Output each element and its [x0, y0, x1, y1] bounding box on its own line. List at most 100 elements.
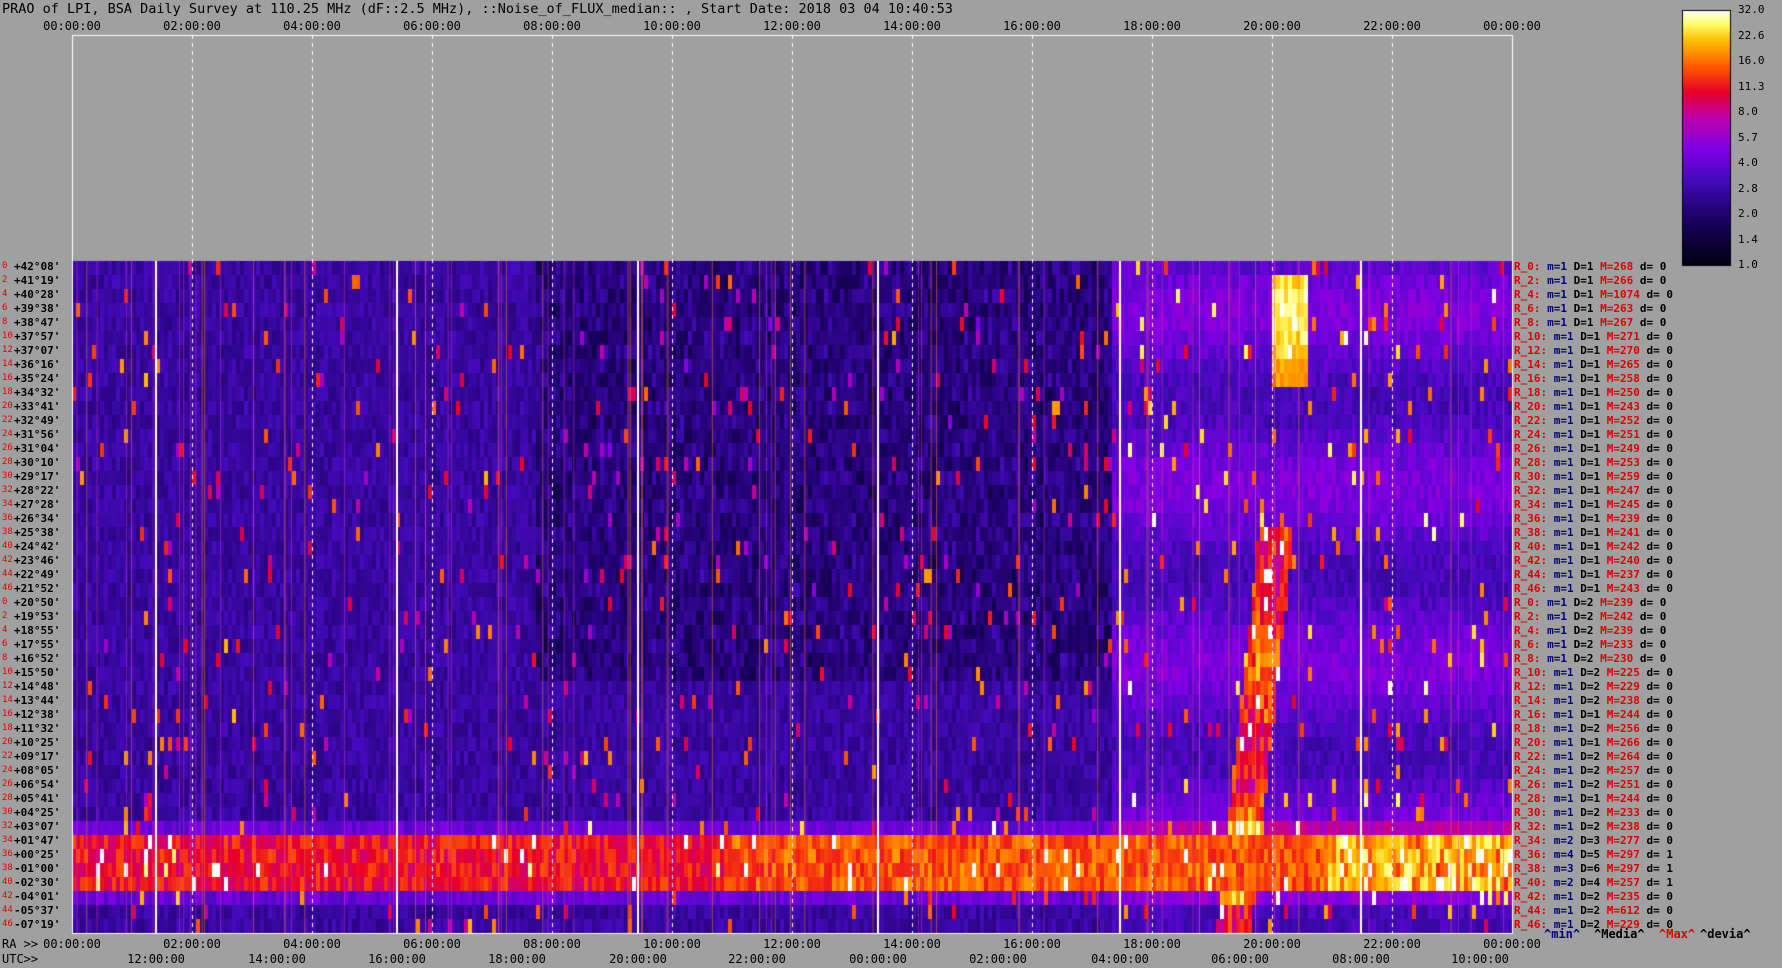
top-axis-tick: 02:00:00 — [163, 19, 221, 33]
row-d: D=5 — [1573, 848, 1601, 861]
row-max: M=253 — [1600, 456, 1640, 469]
row-devia: d= 0 — [1639, 904, 1673, 917]
row-d: D=1 — [1573, 526, 1601, 539]
row-devia: d= 0 — [1639, 582, 1673, 595]
row-devia: d= 0 — [1633, 610, 1667, 623]
ra-axis-tick: 22:00:00 — [1363, 937, 1421, 951]
row-id: R_24: — [1514, 428, 1548, 441]
row-max: M=270 — [1600, 344, 1640, 357]
row-stats: R_34: m=2 D=3 M=277 d= 0 — [1514, 834, 1673, 847]
row-d: D=1 — [1573, 554, 1601, 567]
row-max: M=240 — [1600, 554, 1640, 567]
row-d: D=2 — [1567, 652, 1594, 665]
row-min: m=1 — [1547, 512, 1574, 525]
declination-label: +26°34' — [14, 512, 61, 525]
row-max: M=271 — [1600, 330, 1640, 343]
row-d: D=2 — [1573, 764, 1601, 777]
row-index: 18 — [2, 387, 13, 397]
row-devia: d= 0 — [1639, 400, 1673, 413]
row-id: R_14: — [1514, 358, 1548, 371]
row-devia: d= 0 — [1633, 302, 1667, 315]
row-id: R_4: — [1514, 288, 1541, 301]
row-stats: R_16: m=1 D=1 M=244 d= 0 — [1514, 708, 1673, 721]
colorbar-tick: 2.8 — [1738, 181, 1758, 195]
row-max: M=259 — [1600, 470, 1640, 483]
row-min: m=1 — [1547, 526, 1574, 539]
row-stats: R_4: m=1 D=1 M=1074 d= 0 — [1514, 288, 1673, 301]
row-devia: d= 0 — [1639, 484, 1673, 497]
row-max: M=256 — [1600, 722, 1640, 735]
row-devia: d= 0 — [1639, 512, 1673, 525]
row-d: D=1 — [1573, 512, 1601, 525]
row-id: R_34: — [1514, 498, 1548, 511]
row-devia: d= 1 — [1639, 848, 1673, 861]
row-d: D=2 — [1573, 820, 1601, 833]
declination-label: +12°38' — [14, 708, 61, 721]
row-stats: R_10: m=1 D=2 M=225 d= 0 — [1514, 666, 1673, 679]
row-devia: d= 0 — [1633, 624, 1667, 637]
row-index: 46 — [2, 919, 13, 929]
row-devia: d= 0 — [1639, 736, 1673, 749]
row-min: m=1 — [1547, 414, 1574, 427]
row-min: m=1 — [1547, 722, 1574, 735]
row-index: 32 — [2, 485, 13, 495]
row-d: D=2 — [1567, 624, 1594, 637]
row-stats: R_18: m=1 D=1 M=250 d= 0 — [1514, 386, 1673, 399]
declination-label: +37°57' — [14, 330, 61, 343]
row-stats: R_32: m=1 D=1 M=247 d= 0 — [1514, 484, 1673, 497]
row-max: M=235 — [1600, 890, 1640, 903]
declination-label: +08°05' — [14, 764, 61, 777]
row-id: R_26: — [1514, 778, 1548, 791]
row-max: M=239 — [1593, 596, 1634, 609]
declination-label: +37°07' — [14, 344, 61, 357]
row-id: R_8: — [1514, 316, 1541, 329]
row-stats: R_6: m=1 D=2 M=233 d= 0 — [1514, 638, 1666, 651]
row-d: D=2 — [1573, 890, 1601, 903]
ra-axis-tick: 06:00:00 — [403, 937, 461, 951]
colorbar-tick: 2.0 — [1738, 207, 1758, 220]
row-stats: R_14: m=1 D=2 M=238 d= 0 — [1514, 694, 1673, 707]
ra-axis-tick: 00:00:00 — [43, 937, 101, 951]
row-index: 16 — [2, 373, 13, 383]
row-stats: R_20: m=1 D=1 M=266 d= 0 — [1514, 736, 1673, 749]
row-max: M=257 — [1600, 764, 1640, 777]
row-min: m=1 — [1547, 344, 1574, 357]
declination-label: +22°49' — [14, 568, 61, 581]
row-d: D=1 — [1573, 540, 1601, 553]
row-min: m=1 — [1547, 372, 1574, 385]
row-stats: R_20: m=1 D=1 M=243 d= 0 — [1514, 400, 1673, 413]
row-index: 36 — [2, 849, 13, 859]
row-devia: d= 1 — [1639, 876, 1673, 889]
row-id: R_42: — [1514, 890, 1548, 903]
row-id: R_20: — [1514, 736, 1548, 749]
row-stats: R_36: m=4 D=5 M=297 d= 1 — [1514, 848, 1673, 861]
row-max: M=258 — [1600, 372, 1640, 385]
declination-label: +03°07' — [14, 820, 61, 833]
row-max: M=263 — [1593, 302, 1634, 315]
declination-label: +42°08' — [14, 260, 61, 273]
row-devia: d= 0 — [1639, 442, 1673, 455]
row-index: 34 — [2, 835, 13, 845]
row-index: 30 — [2, 471, 13, 481]
utc-axis-tick: 12:00:00 — [127, 952, 185, 966]
row-min: m=1 — [1547, 890, 1574, 903]
row-index: 36 — [2, 513, 13, 523]
row-min: m=1 — [1547, 778, 1574, 791]
row-max: M=233 — [1600, 806, 1640, 819]
row-max: M=266 — [1600, 736, 1640, 749]
row-max: M=239 — [1600, 512, 1640, 525]
row-min: m=1 — [1547, 680, 1574, 693]
row-index: 30 — [2, 807, 13, 817]
row-max: M=244 — [1600, 792, 1640, 805]
row-d: D=2 — [1573, 904, 1601, 917]
declination-label: +05°41' — [14, 792, 61, 805]
declination-label: +20°50' — [14, 596, 61, 609]
utc-axis-tick: 06:00:00 — [1211, 952, 1269, 966]
row-max: M=229 — [1600, 680, 1640, 693]
row-stats: R_26: m=1 D=2 M=251 d= 0 — [1514, 778, 1673, 791]
row-index: 10 — [2, 667, 13, 677]
ra-axis-tick: 16:00:00 — [1003, 937, 1061, 951]
ra-axis-tick: 20:00:00 — [1243, 937, 1301, 951]
row-index: 0 — [2, 597, 8, 607]
row-devia: d= 0 — [1639, 764, 1673, 777]
